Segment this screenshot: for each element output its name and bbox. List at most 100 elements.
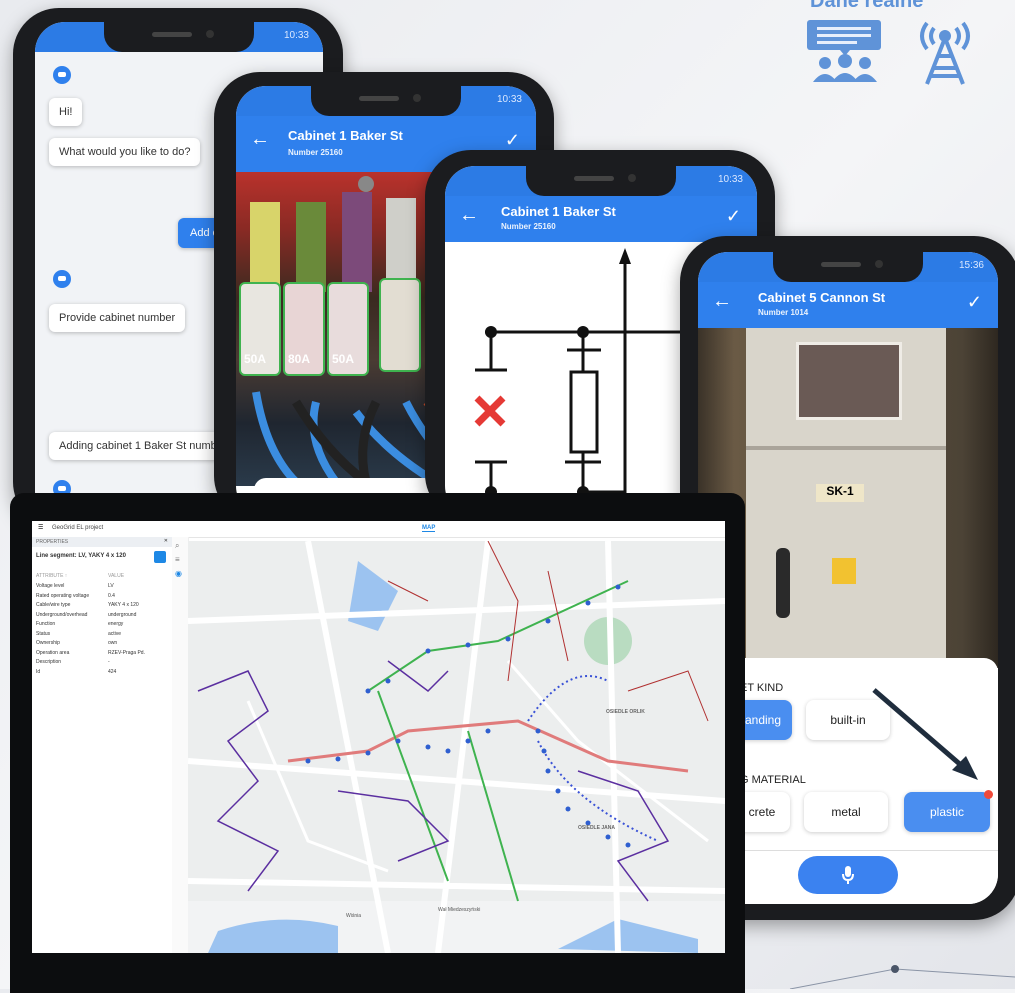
cabinet-window [796, 342, 902, 420]
fuse-rating-label: 50A [332, 352, 355, 366]
property-value: underground [108, 611, 137, 618]
property-key: Cable/wire type [36, 602, 71, 608]
status-time: 10:33 [283, 30, 309, 41]
locate-button[interactable] [154, 551, 166, 563]
property-key: Id [36, 668, 41, 675]
list-icon[interactable]: ≡ [175, 555, 180, 564]
map-node[interactable] [395, 738, 401, 744]
property-value: 424 [108, 668, 117, 675]
side-toolbar: ⌕ ≡ ◉ [172, 537, 189, 953]
material-section-label: G MATERIAL [740, 774, 806, 786]
property-value: RZEV-Praga Pd. [108, 649, 145, 656]
bot-avatar [53, 270, 71, 288]
property-value: LV [108, 583, 114, 589]
properties-panel: PROPERTIES ✕ Line segment: LV, YAKY 4 x … [32, 537, 173, 953]
property-value: 0.4 [108, 592, 115, 599]
property-key: Status [36, 630, 51, 637]
map-node[interactable] [625, 842, 631, 848]
map-node[interactable] [541, 748, 547, 754]
app-title: GeoGrid EL project [52, 525, 104, 531]
network-lines-decoration [789, 965, 1015, 989]
map-tab[interactable]: MAP [422, 525, 436, 532]
column-value[interactable]: VALUE [108, 573, 124, 579]
cabinet-number: Number 1014 [758, 308, 809, 317]
map-node[interactable] [545, 768, 551, 774]
property-key: Ownership [36, 640, 60, 646]
map-node[interactable] [365, 750, 371, 756]
network-map[interactable]: OSIEDLE ORLIK OSIEDLE JANA Wał Miedzeszy… [188, 541, 725, 953]
map-node[interactable] [585, 600, 591, 606]
property-key: Rated operating voltage [36, 592, 90, 599]
divider [734, 850, 998, 851]
panel-header: PROPERTIES ✕ [32, 537, 172, 547]
property-key: Description [36, 659, 62, 665]
map-node[interactable] [555, 788, 561, 794]
cabinet-lock [776, 548, 790, 618]
map-node[interactable] [465, 642, 471, 648]
pointer-arrow [872, 688, 978, 780]
map-node[interactable] [505, 636, 511, 642]
cabinet-title: Cabinet 5 Cannon St [758, 290, 886, 305]
confirm-check-icon[interactable]: ✓ [505, 130, 520, 151]
map-node[interactable] [305, 758, 311, 764]
map-node[interactable] [615, 584, 621, 590]
search-icon[interactable]: ⌕ [175, 541, 179, 551]
map-node[interactable] [445, 748, 451, 754]
voice-input-button[interactable] [798, 856, 898, 894]
microphone-icon [842, 866, 854, 884]
status-time: 10:33 [496, 94, 522, 105]
map-node[interactable] [545, 618, 551, 624]
map-node[interactable] [385, 678, 391, 684]
indicator-dot [984, 790, 993, 799]
map-node[interactable] [335, 756, 341, 762]
laptop-screen: ☰ GeoGrid EL project MAP PROPERTIES ✕ Li… [32, 521, 725, 953]
layers-icon[interactable]: ◉ [175, 569, 182, 578]
back-arrow-icon[interactable]: ← [250, 128, 270, 151]
map-label-street: Wiśnia [346, 913, 362, 919]
confirm-check-icon[interactable]: ✓ [967, 292, 982, 313]
app-bar: ← Cabinet 1 Baker St Number 25160 ✓ [445, 196, 757, 242]
cabinet-number: Number 25160 [501, 222, 556, 231]
property-value: active [108, 630, 122, 637]
cabinet-title: Cabinet 1 Baker St [501, 204, 616, 219]
map-node[interactable] [365, 688, 371, 694]
map-label-street: Wał Miedzeszyński [438, 907, 481, 913]
cabinet-label-plate: SK-1 [816, 484, 864, 502]
radio-tower-icon [912, 20, 978, 86]
confirm-check-icon[interactable]: ✓ [726, 206, 741, 227]
map-node[interactable] [465, 738, 471, 744]
menu-icon[interactable]: ☰ [38, 524, 43, 531]
status-time: 10:33 [717, 174, 743, 185]
property-value: - [108, 659, 110, 665]
chat-message: What would you like to do? [49, 138, 201, 166]
cabinet-number: Number 25160 [288, 148, 343, 157]
panel-close-icon[interactable]: ✕ [164, 538, 168, 544]
column-attribute[interactable]: ATTRIBUTE ↑ [36, 573, 67, 579]
map-node[interactable] [605, 834, 611, 840]
fuse-rating-label: 50A [244, 352, 267, 366]
back-arrow-icon[interactable]: ← [712, 290, 732, 313]
map-node[interactable] [425, 744, 431, 750]
status-time: 15:36 [958, 260, 984, 271]
property-value: YAKY 4 x 120 [108, 602, 139, 608]
back-arrow-icon[interactable]: ← [459, 204, 479, 227]
material-option-metal[interactable]: metal [804, 792, 888, 832]
map-node[interactable] [425, 648, 431, 654]
chat-message: Hi! [49, 98, 83, 126]
map-node[interactable] [565, 806, 571, 812]
property-value: energy [108, 621, 124, 627]
property-value: own [108, 640, 118, 646]
chat-message: Provide cabinet number [49, 304, 186, 332]
fuse-rating-label: 80A [288, 352, 311, 366]
panel-title: PROPERTIES [36, 539, 69, 545]
segment-title: Line segment: LV, YAKY 4 x 120 [36, 553, 126, 559]
fuse-box [379, 278, 421, 372]
laptop: ☰ GeoGrid EL project MAP PROPERTIES ✕ Li… [10, 493, 745, 993]
map-label-district: OSIEDLE JANA [578, 825, 615, 831]
map-node[interactable] [485, 728, 491, 734]
material-option-plastic[interactable]: plastic [904, 792, 990, 832]
map-node[interactable] [535, 728, 541, 734]
property-key: Operation area [36, 649, 70, 656]
cabinet-door-seam [746, 446, 946, 450]
bot-avatar [53, 66, 71, 84]
